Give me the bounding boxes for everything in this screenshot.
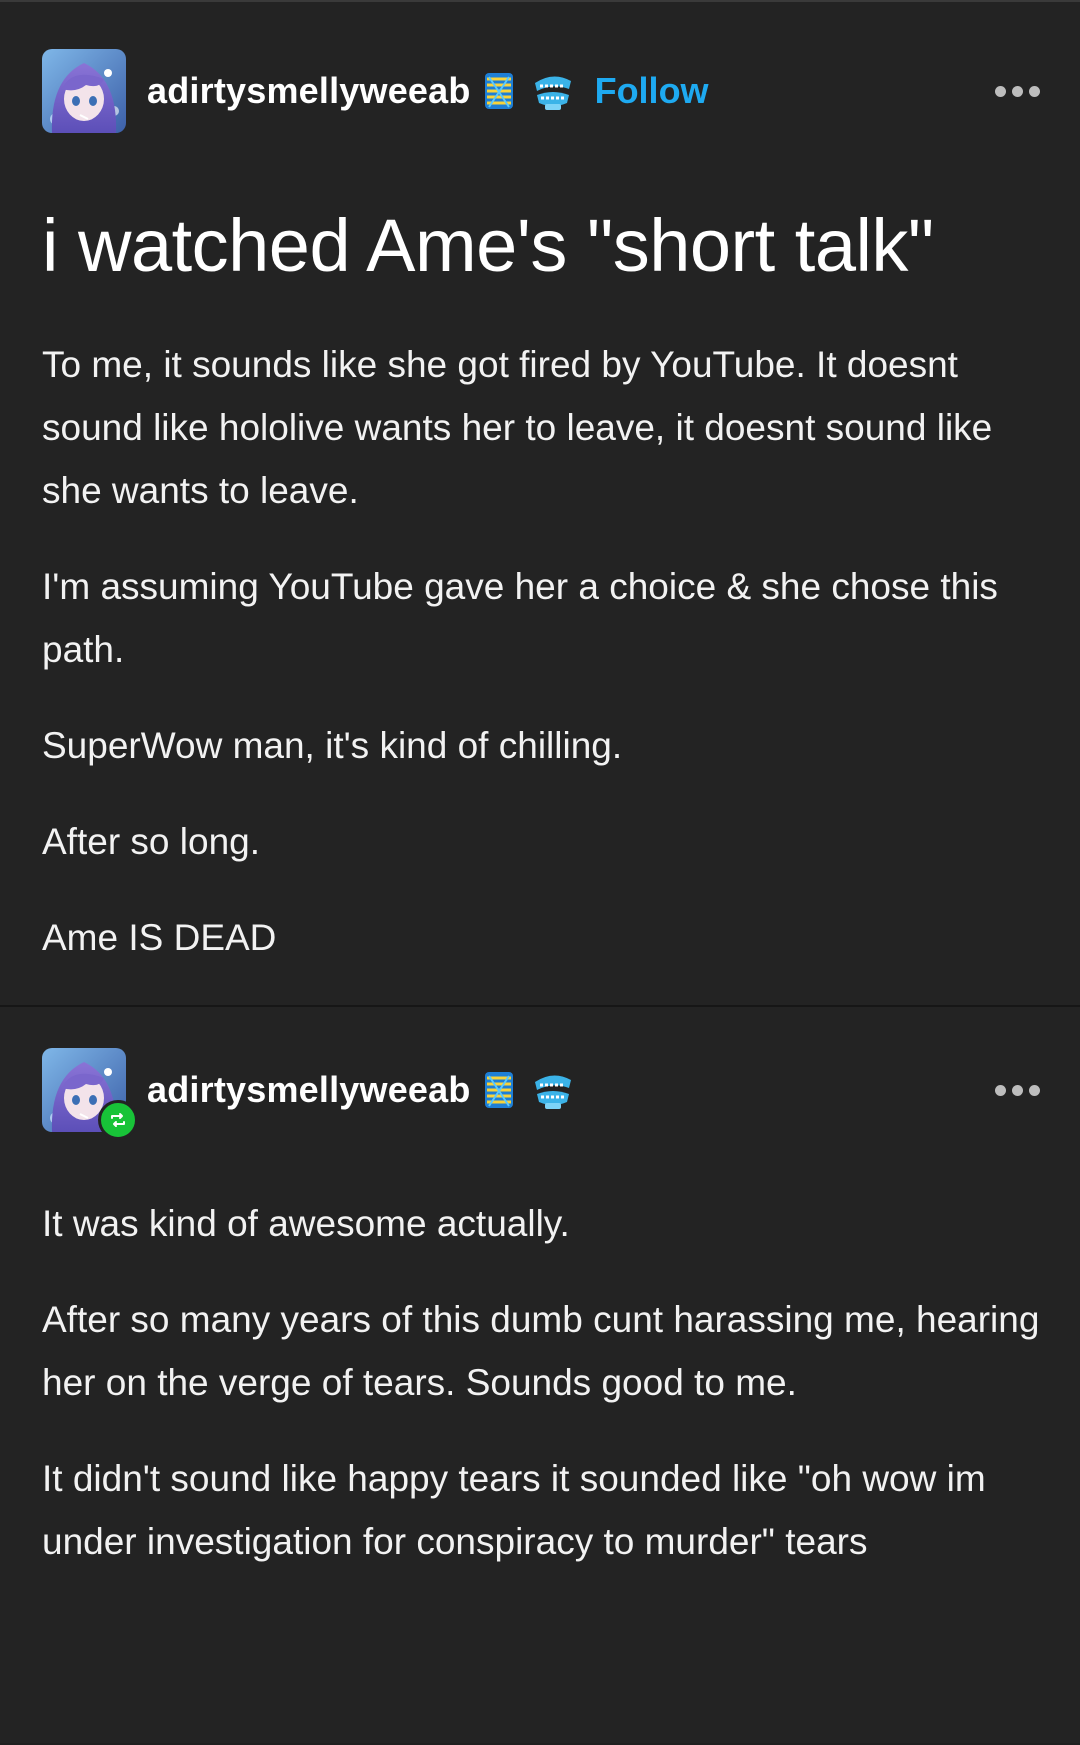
spring-badge-icon[interactable]: [477, 1068, 521, 1112]
post-body: To me, it sounds like she got fired by Y…: [42, 333, 1040, 1002]
reblog-username[interactable]: adirtysmellyweeab: [147, 1069, 471, 1111]
more-options-icon[interactable]: [995, 1079, 1040, 1102]
original-post: adirtysmellyweeab Follow i watched Ame's…: [0, 2, 1080, 1005]
post-paragraph: SuperWow man, it's kind of chilling.: [42, 725, 623, 766]
reblog-post: adirtysmellyweeab It was kind of awesome…: [0, 1005, 1080, 1745]
user-badges: [477, 1068, 575, 1112]
more-options-icon[interactable]: [995, 80, 1040, 103]
post-paragraph: Ame IS DEAD: [42, 917, 277, 958]
chattering-teeth-icon[interactable]: [531, 69, 575, 113]
reblog-body: It was kind of awesome actually. After s…: [42, 1192, 1040, 1606]
user-badges: [477, 69, 575, 113]
reblog-paragraph: It was kind of awesome actually.: [42, 1203, 570, 1244]
reblog-header: adirtysmellyweeab: [42, 1045, 1040, 1140]
post-paragraph: I'm assuming YouTube gave her a choice &…: [42, 566, 998, 670]
post-title: i watched Ame's "short talk": [42, 204, 934, 287]
follow-button[interactable]: Follow: [595, 70, 709, 112]
avatar[interactable]: [42, 49, 126, 133]
post-paragraph: After so long.: [42, 821, 261, 862]
avatar[interactable]: [42, 1048, 138, 1140]
spring-badge-icon[interactable]: [477, 69, 521, 113]
dashboard-page: adirtysmellyweeab Follow i watched Ame's…: [0, 0, 1080, 1743]
reblog-icon: [98, 1100, 138, 1140]
chattering-teeth-icon[interactable]: [531, 1068, 575, 1112]
avatar-image: [42, 49, 126, 133]
post-paragraph: To me, it sounds like she got fired by Y…: [42, 344, 993, 511]
reblog-paragraph: It didn't sound like happy tears it soun…: [42, 1458, 986, 1562]
post-username[interactable]: adirtysmellyweeab: [147, 70, 471, 112]
post-header: adirtysmellyweeab Follow: [42, 46, 1040, 136]
reblog-paragraph: After so many years of this dumb cunt ha…: [42, 1299, 1040, 1403]
